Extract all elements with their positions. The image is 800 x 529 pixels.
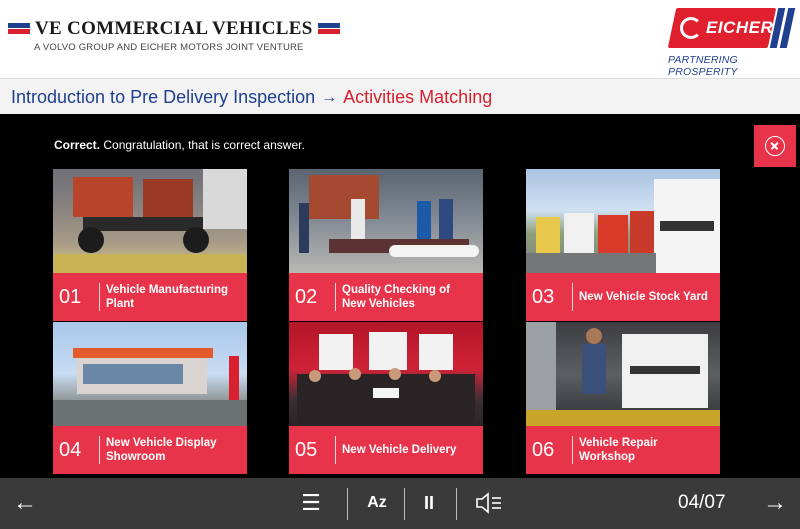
card-number: 05: [295, 438, 318, 461]
close-button[interactable]: [754, 125, 796, 167]
match-card-06[interactable]: 06 Vehicle Repair Workshop: [526, 322, 720, 474]
feedback-strong: Correct.: [54, 138, 101, 152]
pause-icon[interactable]: II: [414, 488, 444, 518]
breadcrumb-course: Introduction to Pre Delivery Inspection: [11, 87, 316, 107]
vecv-logo: VE COMMERCIAL VEHICLES: [8, 18, 340, 40]
match-card-04[interactable]: 04 New Vehicle Display Showroom: [53, 322, 247, 474]
header: VE COMMERCIAL VEHICLES A VOLVO GROUP AND…: [0, 0, 800, 78]
prev-arrow-icon[interactable]: ←: [10, 488, 40, 518]
card-image-showroom: [53, 322, 247, 426]
next-arrow-icon[interactable]: →: [760, 488, 790, 518]
card-number: 02: [295, 285, 318, 308]
match-card-03[interactable]: 03 New Vehicle Stock Yard: [526, 169, 720, 321]
card-image-workshop: [526, 322, 720, 426]
feedback-text: Congratulation, that is correct answer.: [100, 138, 305, 152]
player-controls: ← ☰ Az II 04/07 →: [0, 478, 800, 529]
glossary-button[interactable]: Az: [362, 488, 392, 518]
eicher-logo: EICHER: [667, 8, 796, 52]
card-image-quality: [289, 169, 483, 273]
speaker-icon[interactable]: [472, 488, 506, 518]
card-label: New Vehicle Stock Yard: [579, 291, 708, 303]
brand-title: VE COMMERCIAL VEHICLES: [35, 18, 313, 39]
card-label: Vehicle Repair Workshop: [579, 437, 658, 463]
breadcrumb-current: Activities Matching: [343, 87, 493, 107]
match-card-01[interactable]: 01 Vehicle Manufacturing Plant: [53, 169, 247, 321]
flag-icon: [8, 23, 30, 35]
match-card-05[interactable]: 05 New Vehicle Delivery: [289, 322, 483, 474]
card-image-stockyard: [526, 169, 720, 273]
card-number: 03: [532, 285, 555, 308]
eicher-emblem-icon: [680, 17, 702, 39]
breadcrumb-bar: Introduction to Pre Delivery Inspection …: [0, 78, 800, 114]
menu-icon[interactable]: ☰: [296, 488, 326, 518]
match-card-02[interactable]: 02 Quality Checking of New Vehicles: [289, 169, 483, 321]
card-label: Vehicle Manufacturing Plant: [106, 284, 229, 310]
card-number: 04: [59, 438, 82, 461]
card-number: 06: [532, 438, 555, 461]
brand-subtitle: A VOLVO GROUP AND EICHER MOTORS JOINT VE…: [34, 42, 304, 53]
eicher-logo-text: EICHER: [706, 18, 774, 37]
breadcrumb-arrow-icon: →: [321, 88, 338, 106]
close-icon: [765, 136, 785, 156]
feedback-message: Correct. Congratulation, that is correct…: [54, 138, 305, 152]
breadcrumb: Introduction to Pre Delivery Inspection …: [11, 87, 492, 108]
card-label: New Vehicle Display Showroom: [106, 437, 217, 463]
card-label: Quality Checking of New Vehicles: [342, 284, 450, 310]
card-label: New Vehicle Delivery: [342, 444, 457, 456]
card-image-delivery: [289, 322, 483, 426]
page-counter: 04/07: [678, 492, 726, 513]
tagline: PARTNERING PROSPERITY: [668, 54, 738, 78]
card-image-manufacturing: [53, 169, 247, 273]
activity-stage: Correct. Congratulation, that is correct…: [0, 114, 800, 478]
card-number: 01: [59, 285, 82, 308]
flag-icon: [317, 23, 340, 35]
